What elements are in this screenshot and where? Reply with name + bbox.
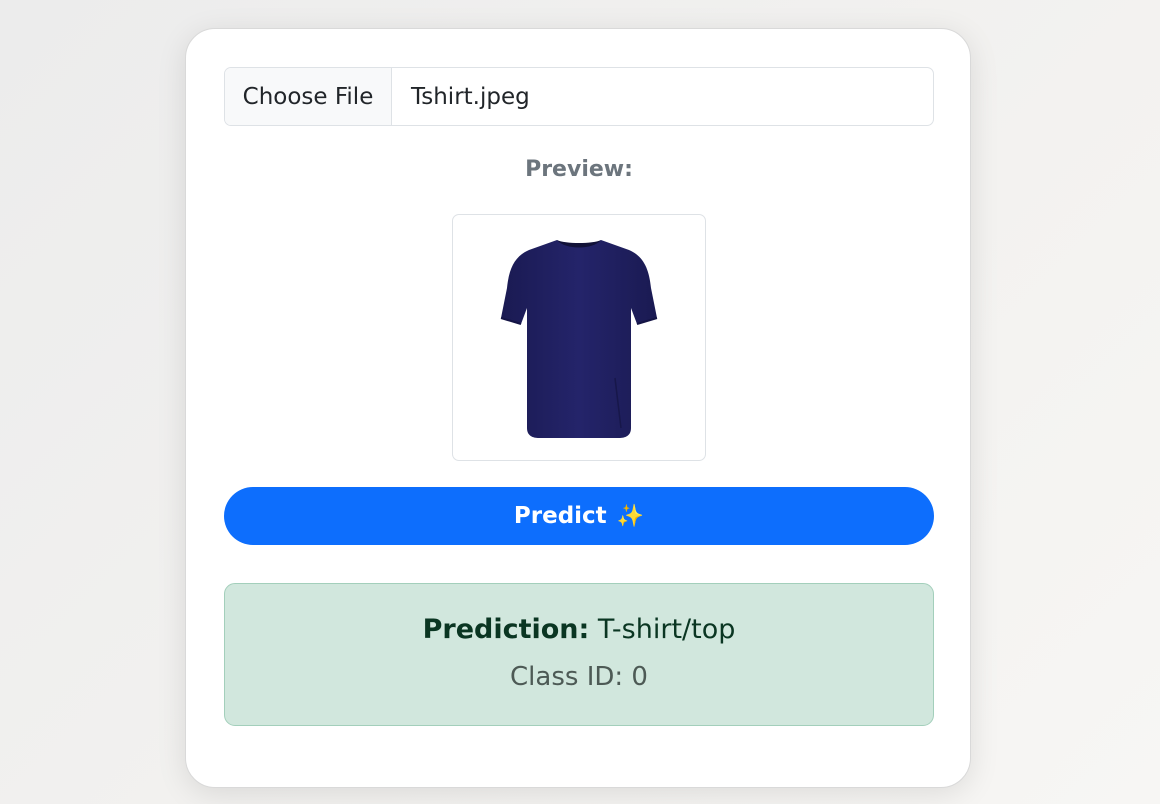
image-preview	[452, 214, 706, 461]
prediction-result: Prediction: T-shirt/top Class ID: 0	[224, 583, 934, 726]
tshirt-preview-image	[500, 239, 658, 438]
prediction-label: Prediction:	[422, 614, 590, 645]
predict-button[interactable]: Predict ✨	[224, 487, 934, 545]
sparkles-icon: ✨	[616, 503, 645, 529]
class-id: Class ID: 0	[510, 662, 648, 692]
file-input[interactable]: Choose File Tshirt.jpeg	[224, 67, 934, 126]
prediction-value: T-shirt/top	[597, 614, 736, 645]
preview-label: Preview:	[525, 157, 633, 182]
choose-file-button[interactable]: Choose File	[225, 68, 392, 125]
selected-file-name: Tshirt.jpeg	[411, 83, 530, 110]
predict-button-label: Predict	[513, 503, 607, 529]
prediction-line: Prediction: T-shirt/top	[225, 614, 933, 645]
upload-card: Choose File Tshirt.jpeg Preview: Predict…	[185, 28, 971, 788]
